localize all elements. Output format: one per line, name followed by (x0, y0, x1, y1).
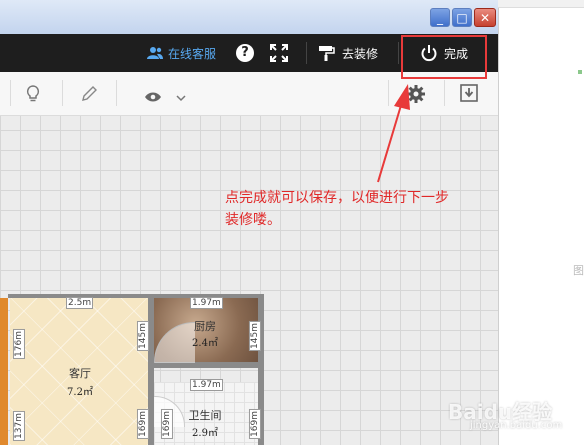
help-icon: ? (236, 44, 254, 62)
window-titlebar (0, 0, 498, 34)
right-panel-header (498, 0, 584, 8)
draw-button[interactable] (80, 85, 98, 107)
floor-plan[interactable]: 客厅 7.2㎡ 厨房 2.4㎡ 卫生间 2.9㎡ 2.5m 1.97m 1.97… (0, 286, 270, 445)
dimension-label: 169m (160, 409, 173, 439)
bathroom-area: 2.9㎡ (192, 428, 218, 439)
dimension-label: 145m (248, 321, 261, 351)
minimize-button[interactable]: _ (430, 8, 450, 27)
annotation-line: 装修喽。 (225, 212, 281, 228)
annotation-line: 点完成就可以保存，以便进行下一步 (225, 190, 449, 206)
dimension-label: 137m (12, 411, 25, 441)
dimension-label: 2.5m (66, 297, 94, 309)
fullscreen-icon (270, 44, 288, 62)
watermark-url: jingyan.baidu.com (470, 420, 563, 431)
dimension-label: 1.97m (190, 379, 223, 391)
maximize-button[interactable]: □ (452, 8, 472, 27)
go-decorate-label: 去装修 (342, 46, 379, 61)
support-person-icon (147, 47, 163, 59)
toolbar-divider (398, 42, 399, 64)
chevron-down-icon (176, 95, 186, 102)
online-support-label: 在线客服 (168, 46, 217, 61)
dimension-label: 1.97m (190, 297, 223, 309)
dimension-label: 169m (136, 409, 149, 439)
right-panel-marker (578, 70, 582, 74)
paint-roller-icon (319, 46, 335, 61)
download-icon (460, 84, 478, 102)
toolbar-divider (116, 80, 117, 106)
go-decorate-button[interactable]: 去装修 (318, 34, 378, 72)
toolbar-divider (306, 42, 307, 64)
dimension-label: 145m (136, 321, 149, 351)
view-dropdown-button[interactable] (176, 88, 186, 107)
dimension-label: 176m (12, 329, 25, 359)
eye-icon (145, 92, 161, 102)
wall-top (8, 294, 264, 298)
living-room-name: 客厅 (69, 367, 91, 380)
kitchen-name: 厨房 (194, 320, 216, 333)
done-highlight-box (401, 35, 487, 79)
toolbar-divider (62, 80, 63, 106)
right-panel-label: 图 (573, 264, 584, 277)
kitchen-area: 2.4㎡ (192, 338, 218, 349)
pencil-icon (82, 86, 97, 101)
toolbar-divider (10, 80, 11, 106)
download-button[interactable] (460, 84, 478, 106)
annotation-note: 点完成就可以保存，以便进行下一步 装修喽。 (225, 187, 485, 231)
fullscreen-button[interactable] (270, 34, 288, 72)
left-wall-segment (0, 298, 8, 445)
dimension-label: 169m (248, 409, 261, 439)
light-button[interactable] (26, 85, 40, 107)
view-toggle-button[interactable] (144, 88, 162, 107)
lightbulb-icon (26, 85, 40, 102)
right-background-panel (498, 0, 584, 445)
annotation-arrow-icon (377, 84, 410, 183)
living-room-area: 7.2㎡ (67, 387, 93, 398)
help-button[interactable]: ? (236, 34, 254, 72)
bathroom-name: 卫生间 (188, 409, 222, 422)
close-button[interactable]: ✕ (474, 8, 496, 27)
online-support-button[interactable]: 在线客服 (147, 34, 216, 72)
toolbar-divider (444, 80, 445, 106)
